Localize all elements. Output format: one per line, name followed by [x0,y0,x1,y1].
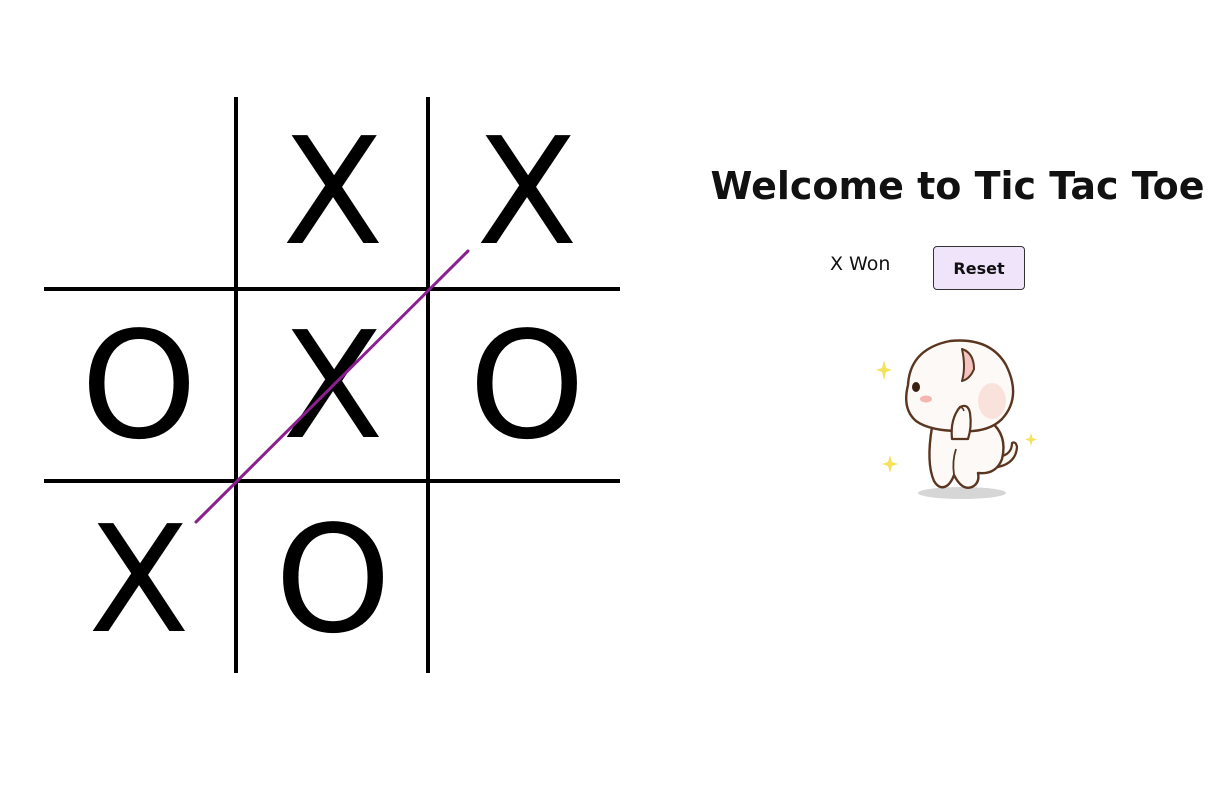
game-status: X Won [830,253,891,275]
cute-cat-sticker-icon [876,339,1037,499]
grid-line-horizontal-2 [44,479,620,483]
cell-1[interactable]: X [238,97,428,287]
grid-line-vertical-2 [426,97,430,673]
reset-button[interactable]: Reset [933,246,1025,290]
cell-6[interactable]: X [44,485,234,675]
grid-line-vertical-1 [234,97,238,673]
cell-2[interactable]: X [432,97,622,287]
page-title: Welcome to Tic Tac Toe [710,164,1205,208]
game-page: X X O X O X O Welcome to Tic Tac Toe X W… [0,0,1227,792]
grid-line-horizontal-1 [44,287,620,291]
cell-4[interactable]: X [238,291,428,481]
game-board: X X O X O X O [44,97,620,673]
cell-7[interactable]: O [238,485,428,675]
cell-0[interactable] [44,97,234,287]
cell-5[interactable]: O [432,291,622,481]
cell-3[interactable]: O [44,291,234,481]
cell-8[interactable] [432,485,622,675]
